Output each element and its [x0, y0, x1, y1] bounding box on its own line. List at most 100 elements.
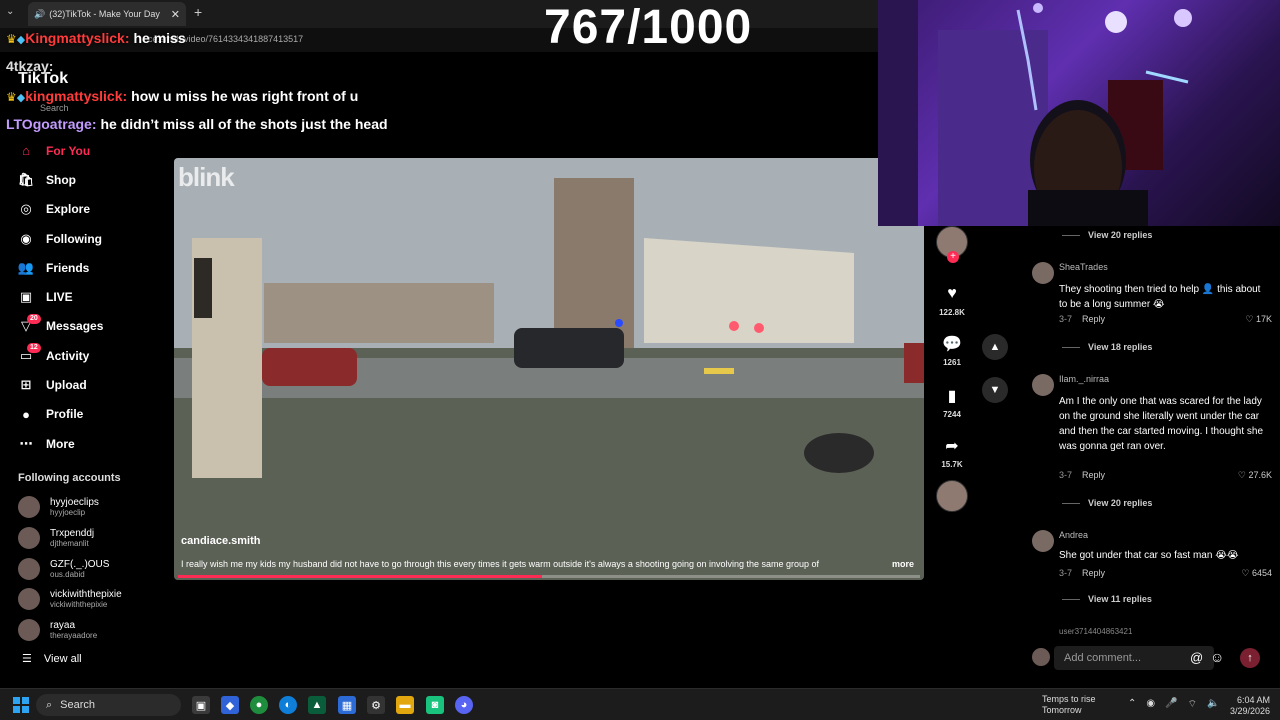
- mention-icon[interactable]: @: [1190, 650, 1203, 665]
- clock-date: 3/29/2026: [1229, 706, 1270, 716]
- send-icon[interactable]: ↑: [1240, 648, 1260, 668]
- sidebar-item-label: Explore: [46, 202, 91, 217]
- comment-username[interactable]: Andrea: [1059, 530, 1088, 540]
- chat-text: he miss: [133, 30, 186, 46]
- chevron-up-icon[interactable]: ▲: [982, 334, 1008, 360]
- weather-widget[interactable]: Temps to rise Tomorrow: [1042, 694, 1096, 716]
- view-replies-button[interactable]: View 18 replies: [1062, 342, 1152, 352]
- account-text: vickiwiththepixie vickiwiththepixie: [50, 589, 122, 609]
- comment-like[interactable]: ♡ 6454: [1241, 568, 1272, 579]
- wifi-icon[interactable]: ⌔: [1188, 698, 1197, 711]
- app-icon-1[interactable]: ▲: [308, 696, 326, 714]
- following-account-item[interactable]: rayaa therayaadore: [18, 615, 122, 646]
- bookmark-icon[interactable]: ▮: [938, 382, 966, 410]
- follow-plus-icon[interactable]: +: [947, 251, 959, 263]
- sound-avatar[interactable]: [936, 480, 968, 512]
- sidebar-item-friends[interactable]: 👥 Friends: [18, 253, 168, 282]
- creator-avatar[interactable]: +: [936, 226, 968, 263]
- sidebar-item-live[interactable]: ▣ LIVE: [18, 282, 168, 311]
- search-input[interactable]: Search: [40, 103, 69, 113]
- sidebar-item-activity[interactable]: ▭ 12 Activity: [18, 341, 168, 370]
- new-tab-icon[interactable]: +: [194, 4, 202, 20]
- system-tray[interactable]: ⌃ ◉ 🎤 ⌔ 🔈: [1128, 698, 1219, 711]
- close-tab-icon[interactable]: ✕: [171, 8, 180, 21]
- avatar: [18, 527, 40, 550]
- notification-badge: 20: [27, 313, 41, 324]
- following-icon: ◉: [20, 230, 32, 246]
- video-author[interactable]: candiace.smith: [181, 535, 260, 547]
- chrome-icon[interactable]: ●: [250, 696, 268, 714]
- view-replies-button[interactable]: View 20 replies: [1062, 230, 1152, 240]
- chevron-up-tray-icon[interactable]: ⌃: [1128, 698, 1136, 711]
- sidebar-item-explore[interactable]: ◎ Explore: [18, 195, 168, 224]
- emoji-icon[interactable]: ☺: [1210, 649, 1224, 665]
- avatar[interactable]: [1032, 262, 1054, 284]
- app-icon-2[interactable]: ◙: [426, 696, 444, 714]
- discord-icon[interactable]: ◕: [455, 696, 473, 714]
- settings-gear-icon[interactable]: ⚙: [367, 696, 385, 714]
- following-account-item[interactable]: Trxpenddj djthemanlit: [18, 523, 122, 554]
- speaker-icon[interactable]: 🔊: [34, 9, 45, 20]
- reply-button[interactable]: Reply: [1082, 568, 1105, 578]
- following-account-item[interactable]: vickiwiththepixie vickiwiththepixie: [18, 584, 122, 615]
- taskbar-search[interactable]: ⌕ Search: [36, 694, 181, 716]
- tab-menu-icon[interactable]: ⌄: [6, 6, 14, 17]
- notification-badge: 12: [27, 343, 41, 354]
- view-replies-button[interactable]: View 11 replies: [1062, 594, 1152, 604]
- microphone-icon[interactable]: 🎤: [1165, 698, 1177, 711]
- comment-like[interactable]: ♡ 17K: [1245, 314, 1272, 325]
- friends-icon: 👥: [17, 259, 35, 275]
- video-player[interactable]: blink candiace.smith I really wish me my…: [174, 158, 924, 580]
- chat-username: Kingmattyslick:: [25, 30, 130, 46]
- account-handle: ous.dabid: [50, 569, 85, 579]
- copilot-icon[interactable]: ◆: [221, 696, 239, 714]
- share-icon[interactable]: ➦: [938, 432, 966, 460]
- sidebar-item-shop[interactable]: 🛍 Shop: [18, 165, 168, 194]
- chevron-down-icon[interactable]: ▼: [982, 377, 1008, 403]
- comment-like[interactable]: ♡ 27.6K: [1238, 470, 1272, 481]
- more-button[interactable]: more: [892, 559, 914, 569]
- comment-meta: 3-7 Reply: [1059, 470, 1105, 480]
- following-account-item[interactable]: GZF(._.)OUS ous.dabid: [18, 553, 122, 584]
- reply-button[interactable]: Reply: [1082, 314, 1105, 324]
- chat-username: LTOgoatrage:: [6, 116, 97, 132]
- clock[interactable]: 6:04 AM 3/29/2026: [1226, 695, 1270, 717]
- browser-tab[interactable]: 🔊 (32)TikTok - Make Your Day ✕: [28, 2, 186, 26]
- file-explorer-icon[interactable]: ▬: [396, 696, 414, 714]
- sidebar-item-more[interactable]: ⋯ More: [18, 429, 168, 458]
- avatar[interactable]: [1032, 530, 1054, 552]
- sidebar-item-label: Upload: [46, 378, 87, 393]
- sidebar-item-profile[interactable]: ● Profile: [18, 400, 168, 429]
- account-text: Trxpenddj djthemanlit: [50, 528, 94, 548]
- edge-icon[interactable]: ◐: [279, 696, 297, 714]
- comment-username[interactable]: user3714404863421: [1059, 627, 1132, 635]
- avatar[interactable]: [1032, 374, 1054, 396]
- view-replies-button[interactable]: View 20 replies: [1062, 498, 1152, 508]
- task-view-icon[interactable]: ▣: [192, 696, 210, 714]
- comment-meta: 3-7 Reply: [1059, 314, 1105, 324]
- comment-date: 3-7: [1059, 470, 1073, 480]
- sidebar-item-messages[interactable]: ▽ 20 Messages: [18, 312, 168, 341]
- view-all-link[interactable]: ☰ View all: [22, 652, 82, 666]
- reply-button[interactable]: Reply: [1082, 470, 1105, 480]
- account-text: rayaa therayaadore: [50, 620, 97, 640]
- video-progress-fill: [178, 575, 542, 578]
- account-handle: therayaadore: [50, 631, 98, 641]
- comment-username[interactable]: SheaTrades: [1059, 262, 1108, 272]
- volume-icon[interactable]: 🔈: [1207, 698, 1219, 711]
- video-progress-bar[interactable]: [178, 575, 920, 578]
- account-handle: vickiwiththepixie: [50, 600, 108, 610]
- store-icon[interactable]: ▦: [338, 696, 356, 714]
- windows-start-icon[interactable]: [13, 697, 29, 713]
- crown-icon: ♛: [6, 90, 17, 104]
- comment-username[interactable]: Ilam._.nirraa: [1059, 374, 1109, 384]
- comment-icon[interactable]: 💬: [938, 330, 966, 358]
- view-all-label: View all: [43, 652, 82, 665]
- sidebar-item-following[interactable]: ◉ Following: [18, 224, 168, 253]
- following-account-item[interactable]: hyyjoeclips hyyjoeclip: [18, 492, 122, 523]
- heart-icon[interactable]: ♥: [938, 280, 966, 308]
- sidebar-item-label: Friends: [46, 260, 90, 275]
- sidebar-item-upload[interactable]: ⊞ Upload: [18, 370, 168, 399]
- sidebar-item-for-you[interactable]: ⌂ For You: [18, 136, 168, 165]
- tray-app-icon[interactable]: ◉: [1146, 698, 1155, 711]
